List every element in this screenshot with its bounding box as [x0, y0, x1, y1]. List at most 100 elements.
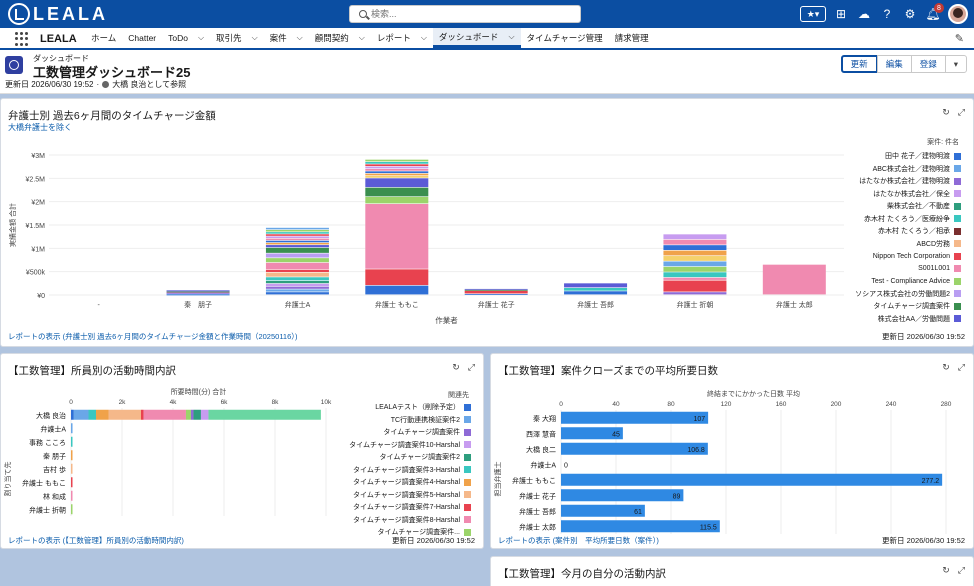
- nav-item[interactable]: Chatter: [122, 28, 162, 48]
- legend-item[interactable]: 赤木村 たくろう／相承: [855, 225, 961, 238]
- app-launcher-icon[interactable]: [15, 32, 29, 46]
- x-tick-label: 10k: [321, 399, 332, 406]
- legend-item[interactable]: LEALAテスト（削除予定）: [349, 401, 471, 414]
- edit-button[interactable]: 編集: [876, 55, 912, 73]
- x-tick-label: 0: [559, 401, 563, 408]
- y-tick-label: 事務 こころ: [29, 438, 66, 447]
- view-report-link[interactable]: レポートの表示 (案件別 平均所要日数（案件）): [498, 535, 659, 546]
- legend-item[interactable]: ABC株式会社／建物明渡: [855, 163, 961, 176]
- bar-segment: [71, 450, 73, 461]
- subscribe-button[interactable]: 登録: [910, 55, 946, 73]
- refresh-widget-icon[interactable]: ↻: [942, 565, 950, 576]
- legend-item[interactable]: タイムチャージ調査案件: [855, 300, 961, 313]
- edit-nav-icon[interactable]: ✎: [955, 32, 964, 45]
- chevron-down-icon[interactable]: ⌵: [198, 33, 204, 43]
- chevron-down-icon[interactable]: ⌵: [252, 33, 258, 43]
- legend-label: タイムチャージ調査案件8-Harshal: [353, 516, 460, 524]
- x-tick-label: 240: [886, 401, 897, 408]
- expand-icon[interactable]: ⤢: [958, 362, 965, 373]
- legend-label: 柴株式会社／不動産: [887, 203, 950, 211]
- gear-icon[interactable]: ⚙: [902, 6, 918, 22]
- legend-item[interactable]: タイムチャージ調査案件2: [349, 451, 471, 464]
- expand-icon[interactable]: ⤢: [958, 565, 965, 576]
- expand-icon[interactable]: ⤢: [468, 362, 475, 373]
- legend-item[interactable]: 田中 花子／建物明渡: [855, 150, 961, 163]
- search-input[interactable]: [371, 7, 571, 21]
- legend-item[interactable]: タイムチャージ調査案件5-Harshal: [349, 489, 471, 502]
- legend-label: タイムチャージ調査案件10-Harshal: [349, 441, 460, 449]
- legend-label: タイムチャージ調査案件3-Harshal: [353, 466, 460, 474]
- y-tick-label: 弁護士 ももこ: [22, 478, 66, 487]
- nav-item[interactable]: 案件 ⌵: [264, 28, 309, 48]
- chevron-down-icon[interactable]: ⌵: [508, 32, 514, 42]
- refresh-button[interactable]: 更新: [840, 55, 878, 73]
- legend-item[interactable]: Nippon Tech Corporation: [855, 250, 961, 263]
- bar-segment: [71, 477, 73, 488]
- chevron-down-icon[interactable]: ⌵: [359, 33, 365, 43]
- favorites-button[interactable]: ★▾: [800, 6, 826, 22]
- refresh-widget-icon[interactable]: ↻: [452, 362, 460, 373]
- global-search[interactable]: [349, 5, 581, 23]
- legend-item[interactable]: S001L001: [855, 263, 961, 276]
- bar-segment: [365, 187, 429, 197]
- horizontal-bar-chart: 終結までにかかった日数 平均 0 40 80 120 160 200 240 280 担当弁護士 秦…: [493, 389, 952, 534]
- legend-swatch: [954, 165, 961, 173]
- stacked-bar-chart: ¥0 ¥500k ¥1M ¥1.5M ¥2M ¥2.5M ¥3M 実績金額 合計作業者 - 秦 朋…: [8, 153, 844, 325]
- bar-segment: [265, 253, 329, 258]
- chevron-down-icon[interactable]: ⌵: [297, 33, 303, 43]
- legend-item[interactable]: ABCD労務: [855, 238, 961, 251]
- legend-item[interactable]: はたなか株式会社／建物明渡: [855, 175, 961, 188]
- x-axis-label: 作業者: [435, 315, 458, 325]
- legend-item[interactable]: 赤木村 たくろう／医療紛争: [855, 213, 961, 226]
- data-label: 107: [693, 416, 705, 423]
- nav-item-label: 案件: [269, 33, 287, 43]
- refresh-widget-icon[interactable]: ↻: [942, 362, 950, 373]
- bar-segment: [663, 261, 727, 267]
- legend-item[interactable]: はたなか株式会社／保全: [855, 188, 961, 201]
- legend-item[interactable]: タイムチャージ調査案件: [349, 426, 471, 439]
- more-actions-button[interactable]: ▾: [944, 55, 967, 73]
- nav-item[interactable]: ホーム: [85, 28, 122, 48]
- legend-item[interactable]: Test - Compliance Advice: [855, 275, 961, 288]
- user-avatar[interactable]: [948, 4, 968, 24]
- chevron-down-icon[interactable]: ⌵: [421, 33, 427, 43]
- nav-item-label: タイムチャージ管理: [526, 33, 603, 43]
- help-icon[interactable]: ?: [879, 6, 895, 22]
- expand-icon[interactable]: ⤢: [958, 107, 965, 118]
- view-report-link[interactable]: レポートの表示 (【工数管理】所員別の活動時間内訳): [8, 535, 184, 546]
- legend-item[interactable]: 柴株式会社／不動産: [855, 200, 961, 213]
- widget-title: 【工数管理】所員別の活動時間内訳: [8, 365, 176, 377]
- trailhead-icon[interactable]: ☁: [856, 6, 872, 22]
- legend-item[interactable]: ソシアス株式会社の労働問題2: [855, 288, 961, 301]
- legend-label: Nippon Tech Corporation: [872, 252, 950, 260]
- nav-item[interactable]: ダッシュボード ⌵: [432, 28, 521, 48]
- legend-title: 案件: 件名: [927, 139, 959, 146]
- legend-item[interactable]: TC行動連携検証案件2: [349, 414, 471, 427]
- notifications-bell-icon[interactable]: 🔔︎ 8: [925, 3, 944, 22]
- legend-item[interactable]: タイムチャージ調査案件4-Harshal: [349, 476, 471, 489]
- legend-item[interactable]: タイムチャージ調査案件10-Harshal: [349, 439, 471, 452]
- refresh-widget-icon[interactable]: ↻: [942, 107, 950, 118]
- legend-item[interactable]: タイムチャージ調査案件3-Harshal: [349, 464, 471, 477]
- legend-item[interactable]: 株式会社AA／労働問題: [855, 313, 961, 326]
- add-icon[interactable]: ⊞: [833, 6, 849, 22]
- bar-segment: [663, 239, 727, 245]
- nav-item[interactable]: ToDo ⌵: [162, 28, 210, 48]
- nav-item[interactable]: 顧問契約 ⌵: [309, 28, 371, 48]
- data-label: 61: [634, 509, 642, 516]
- legend-item[interactable]: タイムチャージ調査案件7-Harshal: [349, 501, 471, 514]
- legend-swatch: [464, 491, 471, 499]
- bar-segment: [265, 281, 329, 284]
- nav-item[interactable]: 取引先 ⌵: [210, 28, 264, 48]
- x-tick-label: 120: [721, 401, 732, 408]
- x-tick-label: 弁護士 花子: [478, 300, 515, 309]
- nav-item[interactable]: レポート ⌵: [371, 28, 433, 48]
- app-logo[interactable]: LEALA: [8, 3, 108, 25]
- legend-item[interactable]: タイムチャージ調査案件8-Harshal: [349, 514, 471, 527]
- view-report-link[interactable]: レポートの表示 (弁護士別 過去6ヶ月間のタイムチャージ金額と作業時間（2025…: [8, 331, 298, 342]
- x-tick-label: 40: [612, 401, 620, 408]
- nav-item[interactable]: タイムチャージ管理: [521, 28, 609, 48]
- nav-item[interactable]: 請求管理: [609, 28, 655, 48]
- bar: [561, 520, 720, 533]
- x-tick-label: 2k: [119, 399, 127, 406]
